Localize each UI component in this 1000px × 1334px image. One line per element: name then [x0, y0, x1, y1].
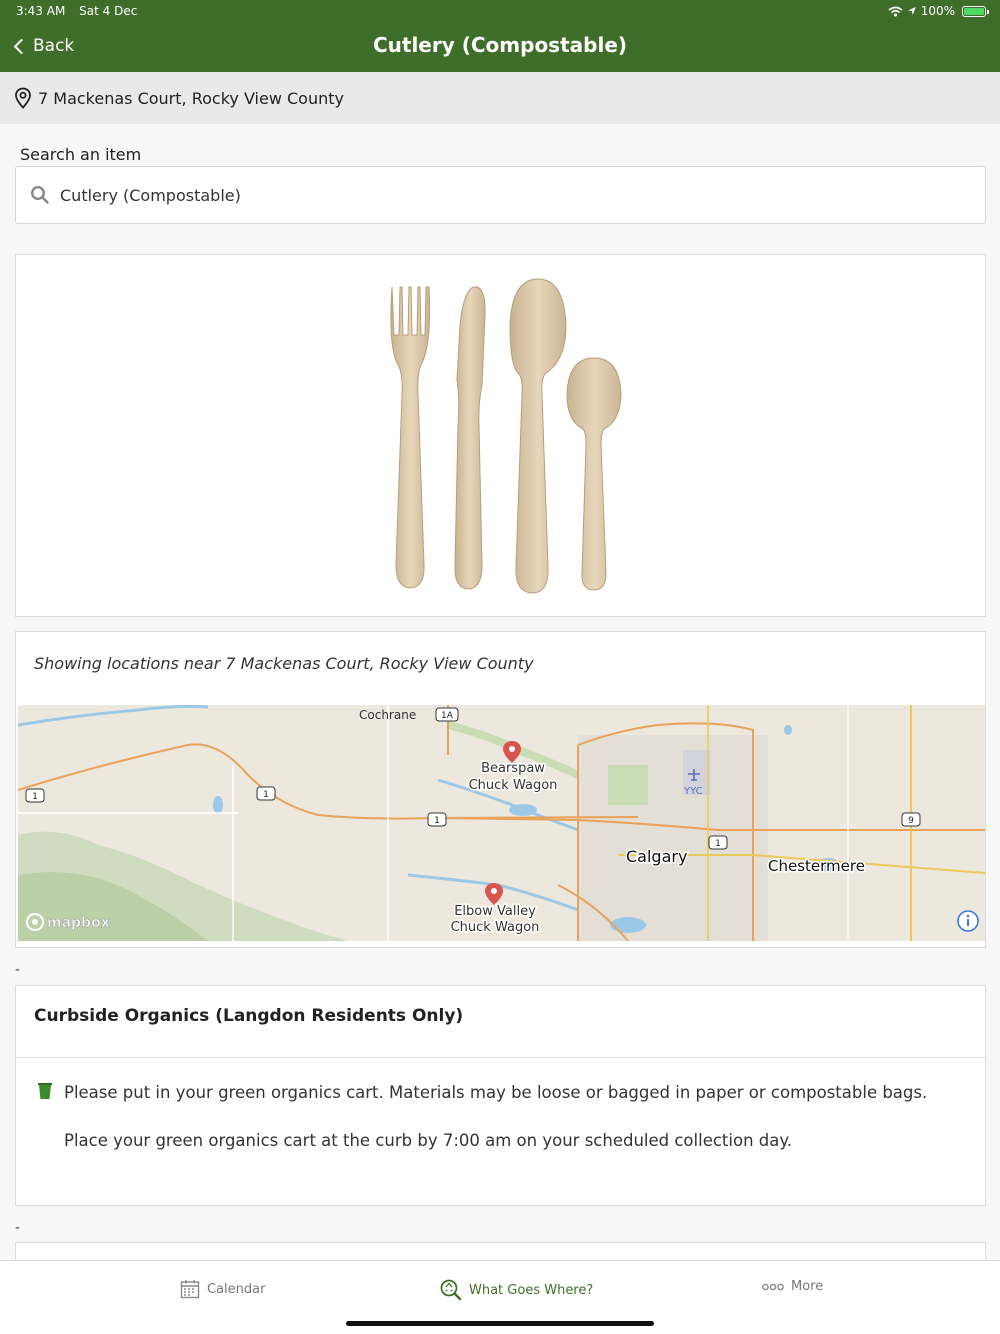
map-label-bearspaw-line1: Bearspaw [481, 761, 545, 776]
hwy-shield-1-center-label: 1 [434, 816, 440, 826]
map-graphic: 1A 1 1 1 1 9 Cochrane Bearspaw Chuck Wag… [18, 705, 985, 941]
search-input[interactable] [60, 185, 940, 205]
disposal-instruction-2: Place your green organics cart at the cu… [64, 1131, 793, 1150]
app-screen: 3:43 AM Sat 4 Dec 100% Back Cutlery (Com… [0, 0, 1000, 1334]
battery-percent: 100% [920, 4, 955, 18]
tab-more[interactable]: More [762, 1279, 823, 1294]
disposal-info-card: Curbside Organics (Langdon Residents Onl… [15, 985, 986, 1206]
map-label-cochrane: Cochrane [359, 708, 416, 722]
hwy-shield-1-east: 1 [708, 835, 728, 850]
more-dots-icon [762, 1283, 784, 1290]
address-bar[interactable]: 7 Mackenas Court, Rocky View County [0, 72, 1000, 124]
address-text: 7 Mackenas Court, Rocky View County [38, 88, 344, 108]
item-image-card [15, 254, 986, 617]
hwy-shield-1-west: 1 [25, 788, 45, 803]
status-date: Sat 4 Dec [79, 4, 138, 18]
map-label-bearspaw-line2: Chuck Wagon [469, 778, 558, 793]
tab-more-label: More [791, 1279, 824, 1294]
map-info-icon[interactable] [957, 910, 979, 932]
map-label-elbow-line1: Elbow Valley [454, 904, 536, 919]
map-label-yyc: YYC [683, 786, 703, 797]
hwy-shield-9-label: 9 [908, 816, 914, 826]
disposal-instruction-1: Please put in your green organics cart. … [64, 1083, 928, 1102]
map-label-chestermere: Chestermere [768, 857, 865, 875]
separator-dash-2: - [15, 1220, 21, 1236]
map-label-elbow-line2: Chuck Wagon [451, 920, 540, 935]
tab-calendar-label: Calendar [207, 1281, 266, 1297]
hwy-shield-1a: 1A [435, 707, 459, 722]
navigation-header: 3:43 AM Sat 4 Dec 100% Back Cutlery (Com… [0, 0, 1000, 72]
cutlery-image [390, 278, 622, 594]
wifi-icon [888, 6, 903, 16]
mapbox-logo-text: mapbox [47, 915, 110, 931]
hwy-shield-1-east-label: 1 [715, 839, 721, 849]
map-caption: Showing locations near 7 Mackenas Court,… [34, 654, 534, 673]
page-title: Cutlery (Compostable) [372, 33, 628, 57]
tab-calendar[interactable]: Calendar [180, 1279, 265, 1299]
location-pin-icon [15, 87, 31, 109]
separator-dash: - [15, 962, 21, 978]
calendar-icon [180, 1280, 200, 1299]
hwy-shield-1-mid-label: 1 [263, 790, 269, 800]
battery-icon [962, 5, 989, 17]
tab-what-goes-where[interactable]: What Goes Where? [440, 1279, 593, 1301]
hwy-shield-1-center: 1 [427, 812, 447, 827]
status-bar-left: 3:43 AM Sat 4 Dec [16, 4, 147, 18]
status-bar-right: 100% [888, 4, 989, 18]
home-indicator[interactable] [346, 1321, 654, 1326]
hwy-shield-1-west-label: 1 [32, 792, 38, 802]
disposal-method-title: Curbside Organics (Langdon Residents Onl… [34, 1006, 464, 1026]
status-time: 3:43 AM [16, 4, 66, 18]
search-field[interactable] [15, 166, 986, 224]
hwy-shield-1a-label: 1A [441, 711, 454, 721]
map-label-calgary: Calgary [626, 847, 687, 866]
location-arrow-icon [907, 7, 916, 15]
hwy-shield-9: 9 [901, 812, 921, 827]
hwy-shield-1-mid: 1 [256, 786, 276, 801]
card-divider [16, 1057, 985, 1058]
search-icon [30, 185, 49, 204]
map-view[interactable]: 1A 1 1 1 1 9 Cochrane Bearspaw Chuck Wag… [18, 705, 985, 941]
search-label: Search an item [20, 145, 142, 164]
green-cart-icon [38, 1083, 52, 1099]
locations-map-card: Showing locations near 7 Mackenas Court,… [15, 631, 986, 948]
recycle-search-icon [440, 1279, 462, 1301]
tab-what-goes-where-label: What Goes Where? [469, 1282, 594, 1298]
